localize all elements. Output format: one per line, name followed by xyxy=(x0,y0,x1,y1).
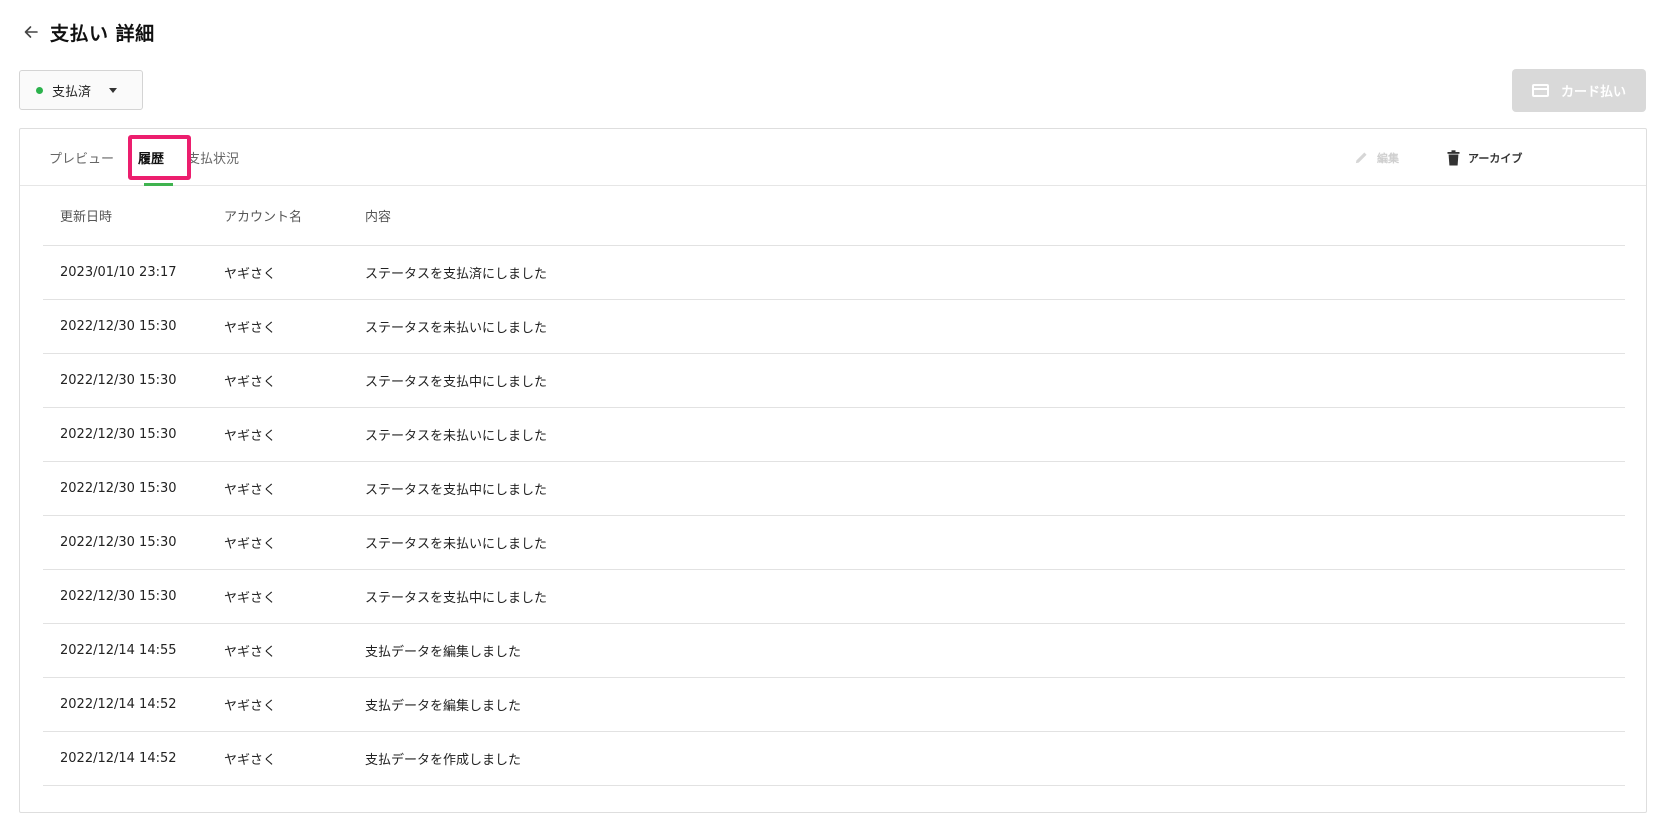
row-account: ヤギさく xyxy=(224,267,277,282)
row-date: 2023/01/10 23:17 xyxy=(60,265,177,280)
row-content: ステータスを支払中にしました xyxy=(365,591,548,606)
row-date: 2022/12/30 15:30 xyxy=(60,589,177,604)
card-pay-label: カード払い xyxy=(1560,85,1626,100)
table-row: 2022/12/14 14:55 ヤギさく 支払データを編集しました xyxy=(43,624,1625,678)
row-content: 支払データを編集しました xyxy=(365,645,522,660)
card-pay-button[interactable]: カード払い xyxy=(1512,69,1646,112)
table-row: 2022/12/14 14:52 ヤギさく 支払データを作成しました xyxy=(43,732,1625,786)
status-dropdown[interactable]: 支払済 xyxy=(19,70,143,110)
row-content: 支払データを編集しました xyxy=(365,699,522,714)
table-header: 更新日時 アカウント名 内容 xyxy=(43,186,1625,246)
table-row: 2022/12/30 15:30 ヤギさく ステータスを未払いにしました xyxy=(43,408,1625,462)
row-account: ヤギさく xyxy=(224,645,277,660)
row-account: ヤギさく xyxy=(224,375,277,390)
row-content: ステータスを支払済にしました xyxy=(365,267,548,282)
back-arrow-icon[interactable] xyxy=(20,21,42,43)
edit-label: 編集 xyxy=(1377,151,1399,165)
archive-button[interactable]: アーカイブ xyxy=(1447,129,1522,186)
credit-card-icon xyxy=(1531,84,1549,97)
row-account: ヤギさく xyxy=(224,537,277,552)
history-table: 更新日時 アカウント名 内容 2023/01/10 23:17 ヤギさく ステータス… xyxy=(43,186,1625,786)
tab-payment-status[interactable]: 支払状況 xyxy=(187,129,239,186)
row-content: ステータスを支払中にしました xyxy=(365,375,548,390)
row-content: ステータスを未払いにしました xyxy=(365,321,548,336)
status-dot-icon xyxy=(36,86,43,94)
page-header: 支払い 詳細 xyxy=(20,16,155,48)
table-row: 2022/12/30 15:30 ヤギさく ステータスを未払いにしました xyxy=(43,300,1625,354)
row-account: ヤギさく xyxy=(224,753,277,768)
table-row: 2022/12/30 15:30 ヤギさく ステータスを支払中にしました xyxy=(43,570,1625,624)
header-account: アカウント名 xyxy=(224,210,303,225)
header-content: 内容 xyxy=(365,210,392,225)
row-content: ステータスを未払いにしました xyxy=(365,429,548,444)
tab-history[interactable]: 履歴 xyxy=(138,129,164,186)
tab-preview-label: プレビュー xyxy=(49,152,115,167)
table-row: 2023/01/10 23:17 ヤギさく ステータスを支払済にしました xyxy=(43,246,1625,300)
pencil-icon xyxy=(1355,152,1367,164)
row-content: ステータスを未払いにしました xyxy=(365,537,548,552)
status-label: 支払済 xyxy=(52,84,92,100)
row-account: ヤギさく xyxy=(224,429,277,444)
row-content: ステータスを支払中にしました xyxy=(365,483,548,498)
row-date: 2022/12/14 14:52 xyxy=(60,697,177,712)
trash-icon xyxy=(1447,149,1460,165)
row-date: 2022/12/30 15:30 xyxy=(60,481,177,496)
caret-down-icon xyxy=(109,87,118,93)
row-account: ヤギさく xyxy=(224,699,277,714)
detail-panel: プレビュー 履歴 支払状況 編集 アーカイブ 更新日時 アカウント名 内容 20… xyxy=(19,128,1647,813)
table-row: 2022/12/30 15:30 ヤギさく ステータスを支払中にしました xyxy=(43,354,1625,408)
tab-payment-status-label: 支払状況 xyxy=(187,152,240,167)
page-title: 支払い 詳細 xyxy=(50,22,155,45)
row-date: 2022/12/30 15:30 xyxy=(60,319,177,334)
row-date: 2022/12/30 15:30 xyxy=(60,535,177,550)
tab-history-label: 履歴 xyxy=(138,152,165,167)
row-account: ヤギさく xyxy=(224,483,277,498)
header-date: 更新日時 xyxy=(60,210,113,225)
tab-bar: プレビュー 履歴 支払状況 編集 アーカイブ xyxy=(20,129,1646,186)
row-date: 2022/12/14 14:52 xyxy=(60,751,177,766)
tab-preview[interactable]: プレビュー xyxy=(49,129,114,186)
archive-label: アーカイブ xyxy=(1468,151,1523,165)
table-row: 2022/12/14 14:52 ヤギさく 支払データを編集しました xyxy=(43,678,1625,732)
row-date: 2022/12/30 15:30 xyxy=(60,373,177,388)
table-row: 2022/12/30 15:30 ヤギさく ステータスを支払中にしました xyxy=(43,462,1625,516)
row-account: ヤギさく xyxy=(224,591,277,606)
table-body: 2023/01/10 23:17 ヤギさく ステータスを支払済にしました 2022/1… xyxy=(43,246,1625,786)
row-content: 支払データを作成しました xyxy=(365,753,522,768)
table-row: 2022/12/30 15:30 ヤギさく ステータスを未払いにしました xyxy=(43,516,1625,570)
row-date: 2022/12/14 14:55 xyxy=(60,643,177,658)
row-date: 2022/12/30 15:30 xyxy=(60,427,177,442)
edit-button[interactable]: 編集 xyxy=(1354,129,1399,186)
row-account: ヤギさく xyxy=(224,321,277,336)
